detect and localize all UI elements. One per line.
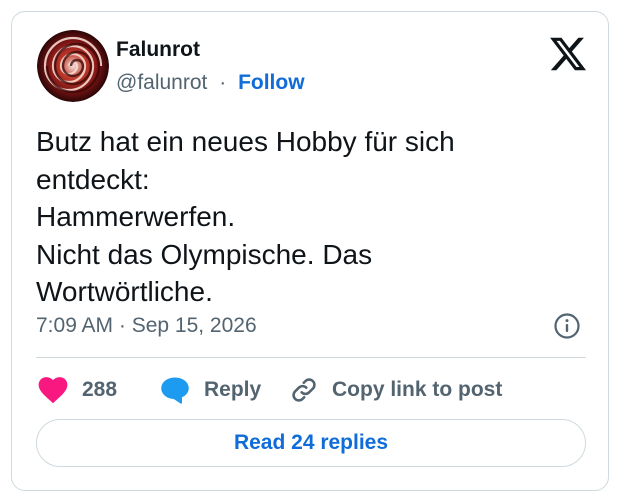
likes-count: 288 [82,378,118,401]
tweet-card: Falunrot @falunrot · Follow Butz hat ein… [11,11,609,491]
follow-button[interactable]: Follow [238,71,305,94]
heart-icon [38,377,68,404]
reply-button[interactable]: Reply [160,373,261,407]
read-replies-button[interactable]: Read 24 replies [36,419,586,467]
copy-link-label: Copy link to post [332,378,503,401]
copy-link-button[interactable]: Copy link to post [290,373,502,407]
tweet-line: entdeckt: [36,163,150,195]
link-icon [292,378,316,402]
handle-separator: · [219,71,227,94]
author-handle[interactable]: @falunrot [116,71,207,94]
tweet-line: Wortwörtliche. [36,276,213,307]
author-name[interactable]: Falunrot [116,38,200,62]
x-logo-icon[interactable] [548,34,588,74]
like-button[interactable]: 288 [38,373,117,407]
avatar-image [37,30,109,102]
tweet-line: Hammerwerfen. [36,201,236,232]
tweet-text: Butz hat ein neues Hobby für sich entdec… [36,123,576,311]
tweet-line: Nicht das Olympische. Das [36,238,373,270]
speech-bubble-icon [161,377,189,404]
tweet-line: Butz hat ein neues Hobby für sich [36,126,455,157]
tweet-timestamp[interactable]: 7:09 AM · Sep 15, 2026 [36,314,257,338]
read-replies-label: Read 24 replies [233,431,389,454]
avatar[interactable] [37,30,109,102]
divider [36,357,586,358]
info-icon[interactable] [553,312,581,340]
author-handle-row: @falunrot · Follow [116,71,305,95]
reply-label: Reply [204,378,262,401]
